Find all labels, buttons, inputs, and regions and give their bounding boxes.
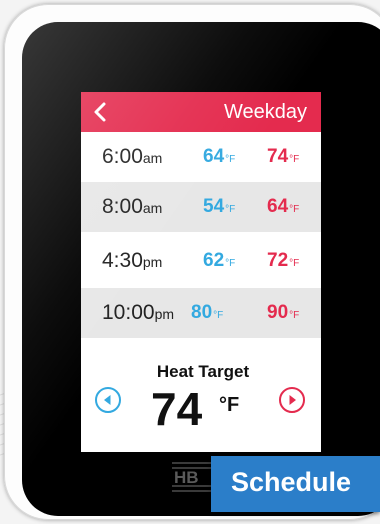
schedule-time: 4:30pm <box>102 249 163 272</box>
thermostat-screen: Weekday 6:00am 64°F 74°F 8:00am 54°F 64°… <box>81 92 321 452</box>
schedule-time: 10:00pm <box>102 301 175 324</box>
low-temp: 54°F <box>203 196 236 217</box>
arrow-right-icon[interactable] <box>278 386 306 414</box>
heat-target-label: Heat Target <box>156 362 250 381</box>
schedule-time: 6:00am <box>102 145 163 168</box>
high-temp: 90°F <box>267 302 300 323</box>
heat-target-value: 74 <box>151 383 203 435</box>
chevron-left-icon[interactable] <box>87 98 115 126</box>
schedule-row[interactable]: 8:00am 54°F 64°F <box>81 182 321 232</box>
heat-target-unit: °F <box>219 394 240 416</box>
low-temp: 64°F <box>203 146 236 167</box>
arrow-left-icon[interactable] <box>94 386 122 414</box>
high-temp: 72°F <box>267 250 300 271</box>
low-temp: 80°F <box>191 302 224 323</box>
schedule-day-title: Weekday <box>223 101 307 123</box>
schedule-button[interactable]: Schedule <box>211 456 380 512</box>
low-temp: 62°F <box>203 250 236 271</box>
schedule-time: 8:00am <box>102 195 163 218</box>
svg-text:HB: HB <box>174 468 199 487</box>
schedule-row[interactable]: 6:00am 64°F 74°F <box>81 132 321 182</box>
heat-target-panel: Heat Target 74 °F <box>81 344 321 452</box>
high-temp: 74°F <box>267 146 300 167</box>
schedule-row[interactable]: 10:00pm 80°F 90°F <box>81 288 321 338</box>
schedule-button-label: Schedule <box>231 467 352 497</box>
high-temp: 64°F <box>267 196 300 217</box>
schedule-row[interactable]: 4:30pm 62°F 72°F <box>81 236 321 286</box>
screen-header: Weekday <box>81 92 321 132</box>
